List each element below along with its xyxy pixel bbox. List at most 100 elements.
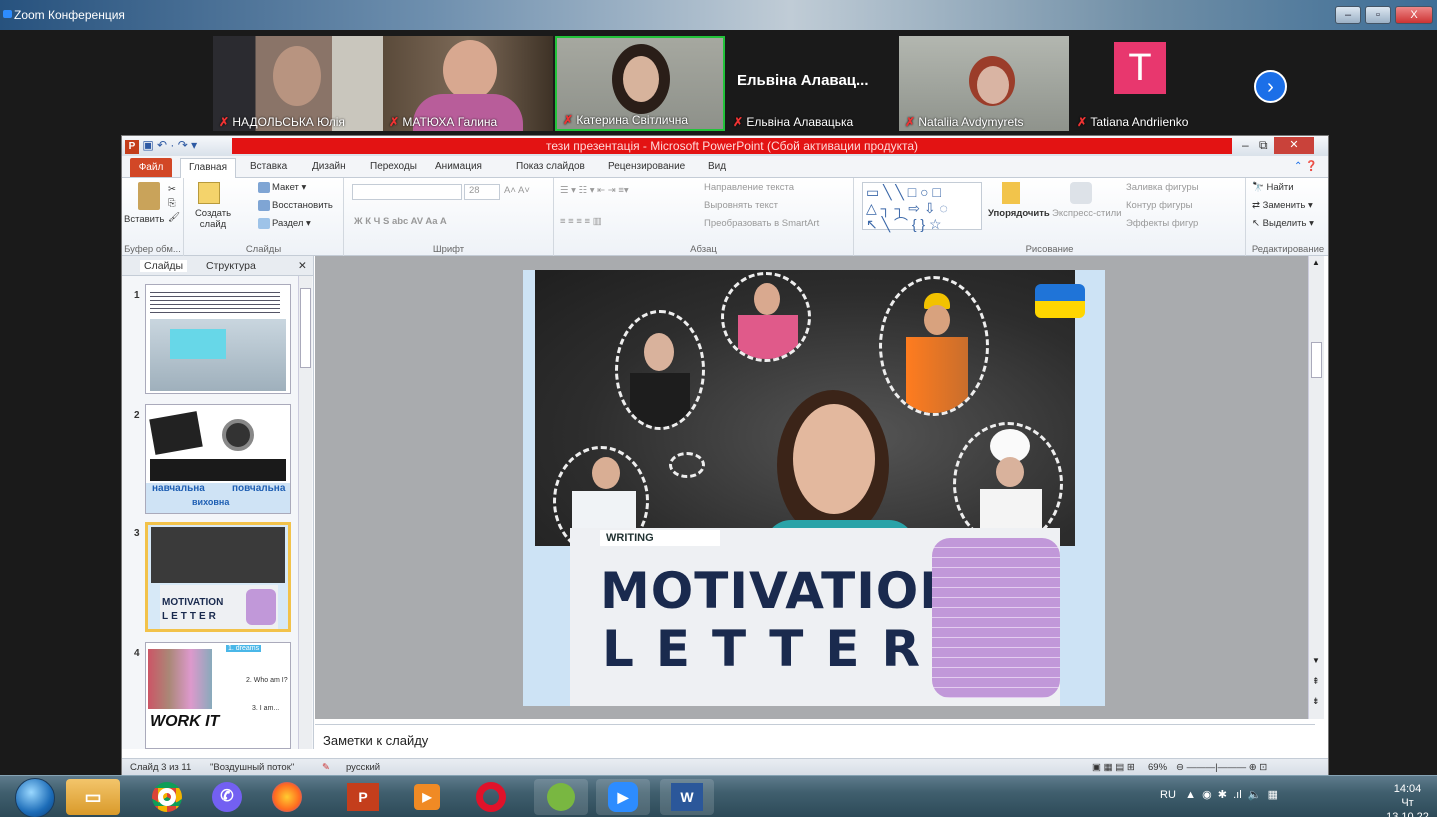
slide-thumbnail-2[interactable]: навчальна повчальна виховна — [145, 404, 291, 514]
panel-scroll-thumb[interactable] — [300, 288, 311, 368]
figure-face — [592, 457, 620, 489]
chrome-icon[interactable] — [140, 779, 194, 815]
zoom-taskbar-icon[interactable]: ▶ — [596, 779, 650, 815]
tab-review[interactable]: Рецензирование — [608, 161, 685, 172]
tab-view[interactable]: Вид — [708, 161, 726, 172]
firefox-icon[interactable] — [260, 779, 314, 815]
copy-icon[interactable]: ⎘ — [168, 198, 176, 209]
participant-tile[interactable]: T Tatiana Andriienko — [1071, 36, 1241, 131]
participant-tile[interactable]: Ельвіна Алавац... Ельвіна Алавацька — [727, 36, 897, 131]
font-size-select[interactable]: 28 — [464, 184, 500, 200]
quick-styles-button[interactable]: Экспресс-стили — [1052, 208, 1121, 219]
slide-scroll-thumb[interactable] — [1311, 342, 1322, 378]
explorer-icon[interactable]: ▭ — [66, 779, 120, 815]
shape-outline-button[interactable]: Контур фигуры — [1126, 200, 1192, 211]
keyboard-language[interactable]: RU — [1160, 789, 1176, 801]
tab-file[interactable]: Файл — [130, 158, 172, 177]
panel-scrollbar[interactable] — [298, 276, 312, 749]
tab-insert[interactable]: Вставка — [250, 161, 287, 172]
view-buttons[interactable]: ▣ ▦ ▤ ⊞ — [1092, 762, 1135, 773]
paste-button[interactable]: Вставить — [124, 214, 164, 225]
layout-button[interactable]: Макет ▾ — [258, 182, 306, 193]
tab-slideshow[interactable]: Показ слайдов — [516, 161, 585, 172]
next-slide-icon[interactable]: ⇟ — [1312, 696, 1320, 707]
slide-thumbnail-3[interactable]: MOTIVATION LETTER — [145, 522, 291, 632]
next-page-arrow-icon[interactable]: › — [1254, 70, 1287, 103]
tray-icons[interactable]: ▲ ◉ ✱ .ıl 🔈 ▦ — [1179, 789, 1278, 801]
participant-name: Nataliia Avdymyrets — [905, 115, 1069, 129]
maximize-button[interactable]: ▫ — [1365, 6, 1391, 24]
thumb-film-strip — [150, 459, 286, 481]
quick-styles-icon[interactable] — [1070, 182, 1092, 204]
pp-close-button[interactable]: ✕ — [1274, 137, 1314, 154]
smartart-button[interactable]: Преобразовать в SmartArt — [704, 218, 819, 229]
new-slide-button[interactable]: Создать слайд — [188, 208, 238, 230]
word-icon[interactable]: W — [660, 779, 714, 815]
shape-effects-button[interactable]: Эффекты фигур — [1126, 218, 1198, 229]
prev-slide-icon[interactable]: ⇞ — [1312, 676, 1320, 687]
tab-slides[interactable]: Слайды — [140, 260, 188, 272]
group-label: Абзац — [690, 244, 717, 255]
scroll-down-icon[interactable]: ▼ — [1312, 656, 1320, 665]
reset-button[interactable]: Восстановить — [258, 200, 333, 211]
close-panel-icon[interactable]: ✕ — [298, 260, 307, 272]
list-icons[interactable]: ☰ ▾ ☷ ▾ ⇤ ⇥ ≡▾ — [560, 185, 629, 196]
language[interactable]: русский — [346, 762, 380, 773]
font-name-select[interactable] — [352, 184, 462, 200]
tab-design[interactable]: Дизайн — [312, 161, 346, 172]
participant-tile[interactable]: НАДОЛЬСЬКА Юлія — [213, 36, 383, 131]
replace-button[interactable]: ⇄ Заменить ▾ — [1252, 200, 1313, 211]
select-button[interactable]: ↖ Выделить ▾ — [1252, 218, 1314, 229]
tab-home[interactable]: Главная — [180, 158, 236, 179]
media-player-icon[interactable]: ▶ — [400, 779, 454, 815]
clock[interactable]: 14:04 Чт 13.10.22 — [1380, 782, 1435, 817]
align-text-button[interactable]: Выровнять текст — [704, 200, 778, 211]
opera-icon[interactable] — [464, 779, 518, 815]
pp-titlebar: P ▣ ↶ · ↷ ▾ тези презентація - Microsoft… — [122, 136, 1328, 156]
minimize-button[interactable]: – — [1335, 6, 1361, 24]
text-direction-button[interactable]: Направление текста — [704, 182, 794, 193]
tab-animation[interactable]: Анимация — [435, 161, 482, 172]
spellcheck-icon[interactable]: ✎ — [322, 762, 330, 773]
scroll-up-icon[interactable]: ▲ — [1312, 258, 1320, 267]
writing-tag: WRITING — [600, 530, 720, 546]
participant-tile[interactable]: Nataliia Avdymyrets — [899, 36, 1069, 131]
thumb-screen — [170, 329, 226, 359]
figure-body — [906, 337, 968, 413]
arrange-icon[interactable] — [1002, 182, 1020, 204]
participant-tile[interactable]: МАТЮХА Галина — [383, 36, 553, 131]
cut-icon[interactable]: ✂ — [168, 184, 176, 195]
pp-restore-button[interactable]: ⧉ — [1259, 138, 1268, 153]
participant-tile-active[interactable]: Катерина Світлична — [555, 36, 725, 131]
font-format-icons[interactable]: Ж К Ч S abc AV Aa A — [354, 216, 447, 227]
grow-font-icon[interactable]: A˄ A˅ — [504, 185, 530, 196]
find-button[interactable]: 🔭 Найти — [1252, 182, 1294, 193]
arrange-button[interactable]: Упорядочить — [988, 208, 1050, 219]
shape-fill-button[interactable]: Заливка фигуры — [1126, 182, 1199, 193]
app-icon[interactable] — [534, 779, 588, 815]
thumb-label-3: 3. I am... — [252, 705, 280, 712]
section-button[interactable]: Раздел ▾ — [258, 218, 311, 229]
tab-outline[interactable]: Структура — [206, 260, 256, 272]
notes-pane[interactable]: Заметки к слайду — [315, 724, 1315, 754]
shapes-gallery[interactable]: ▭ ╲ ╲ □ ○ □ △ ┐ ┐ ⇨ ⇩ ◌ ↖ ╲ ⌒ { } ☆ — [862, 182, 982, 232]
zoom-level[interactable]: 69% — [1148, 762, 1167, 773]
slides-panel: Слайды Структура ✕ 1 2 навчальна повчаль… — [122, 256, 314, 749]
pp-minimize-button[interactable]: – — [1242, 138, 1249, 152]
start-button-icon[interactable] — [15, 778, 55, 817]
viber-icon[interactable]: ✆ — [200, 779, 254, 815]
slide-thumbnail-1[interactable] — [145, 284, 291, 394]
slide-scrollbar[interactable]: ▲ ▼ ⇞ ⇟ — [1308, 256, 1324, 719]
help-icon[interactable]: ⌃ ❓ — [1294, 161, 1318, 172]
current-slide[interactable]: WRITING MOTIVATION LETTER — [523, 270, 1105, 706]
align-icons[interactable]: ≡ ≡ ≡ ≡ ▥ — [560, 216, 602, 227]
close-button[interactable]: X — [1395, 6, 1433, 24]
zoom-title: Zoom Конференция — [14, 8, 125, 22]
format-painter-icon[interactable]: 🖌 — [168, 212, 180, 223]
new-slide-icon[interactable] — [198, 182, 220, 204]
powerpoint-taskbar-icon[interactable]: P — [336, 779, 390, 815]
tab-transitions[interactable]: Переходы — [370, 161, 417, 172]
paste-icon[interactable] — [138, 182, 160, 210]
slide-thumbnail-4[interactable]: 1. dreams 2. Who am I? 3. I am... WORK I… — [145, 642, 291, 749]
zoom-slider[interactable]: ⊖ ———|——— ⊕ ⊡ — [1176, 762, 1267, 773]
